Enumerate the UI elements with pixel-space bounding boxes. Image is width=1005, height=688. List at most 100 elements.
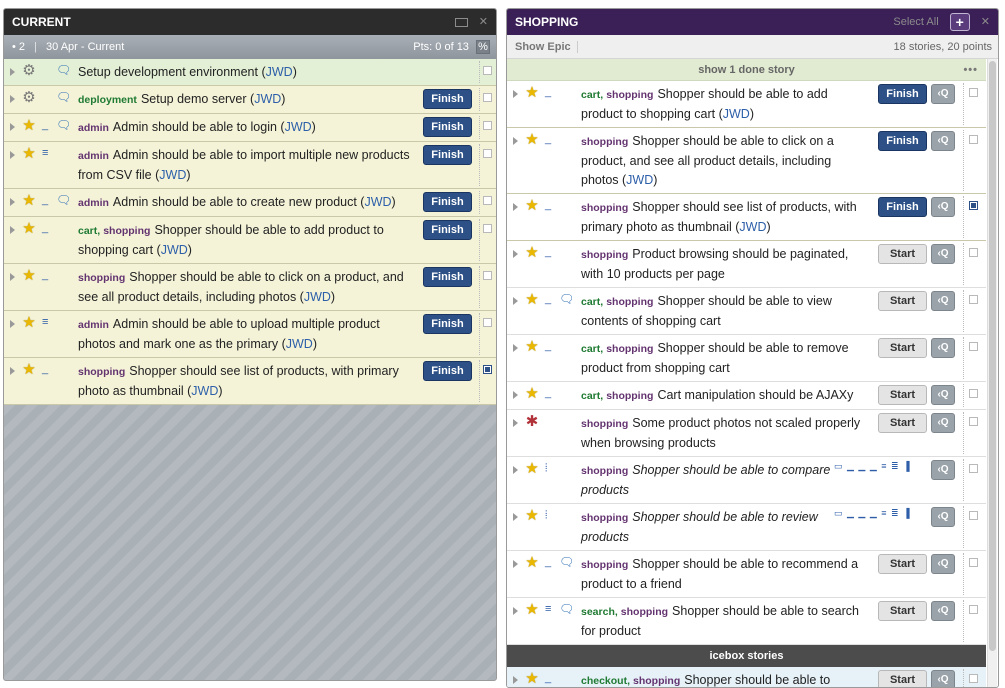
scrollbar-thumb[interactable] <box>989 61 996 651</box>
story-label[interactable]: shopping <box>581 465 628 477</box>
story-row[interactable]: ★ _ cart, shopping Cart manipulation should … <box>507 382 986 410</box>
story-row[interactable]: ★ ≡ 🗨 search, shopping Shopper should be able… <box>507 598 986 645</box>
expand-story-icon[interactable] <box>513 513 518 521</box>
close-icon[interactable]: ✕ <box>479 16 488 28</box>
finish-button[interactable]: Finish <box>878 197 927 217</box>
expand-story-icon[interactable] <box>513 466 518 474</box>
expand-story-icon[interactable] <box>513 391 518 399</box>
finish-button[interactable]: Finish <box>423 145 472 165</box>
finish-button[interactable]: Finish <box>423 220 472 240</box>
story-row[interactable]: ★ _ 🗨 admin Admin should be able to login (J… <box>4 114 496 142</box>
story-label[interactable]: cart, <box>581 296 603 308</box>
story-label[interactable]: admin <box>78 319 109 331</box>
story-row[interactable]: ✱ shopping Some product photos not scaled … <box>507 410 986 457</box>
finish-button[interactable]: Finish <box>878 84 927 104</box>
story-label[interactable]: shopping <box>581 136 628 148</box>
more-menu-icon[interactable]: ••• <box>963 59 978 81</box>
select-checkbox[interactable] <box>483 224 492 233</box>
start-button[interactable]: Start <box>878 385 927 405</box>
story-label[interactable]: admin <box>78 197 109 209</box>
expand-story-icon[interactable] <box>513 90 518 98</box>
finish-button[interactable]: Finish <box>423 267 472 287</box>
story-owner-link[interactable]: JWD <box>161 243 188 257</box>
story-owner-link[interactable]: JWD <box>626 173 653 187</box>
story-row[interactable]: ★ ⦙ shopping Shopper should be able to revi… <box>507 504 986 551</box>
story-label[interactable]: shopping <box>606 296 653 308</box>
start-button[interactable]: Start <box>878 244 927 264</box>
story-label[interactable]: shopping <box>78 272 125 284</box>
expand-story-icon[interactable] <box>513 250 518 258</box>
preview-button[interactable]: ‹Q <box>931 385 955 405</box>
expand-story-icon[interactable] <box>513 344 518 352</box>
story-row[interactable]: ★ _ cart, shopping Shopper should be able to… <box>4 217 496 264</box>
expand-story-icon[interactable] <box>513 203 518 211</box>
preview-button[interactable]: ‹Q <box>931 291 955 311</box>
story-owner-link[interactable]: JWD <box>266 65 293 79</box>
minimize-icon[interactable] <box>454 17 468 27</box>
select-checkbox[interactable] <box>483 196 492 205</box>
story-row[interactable]: ★ ≡ admin Admin should be able to upload mu… <box>4 311 496 358</box>
story-label[interactable]: cart, <box>581 89 603 101</box>
start-button[interactable]: Start <box>878 291 927 311</box>
story-row[interactable]: ★ _ shopping Shopper should see list of pro… <box>507 194 986 241</box>
story-row[interactable]: ★ _ checkout, shopping Shopper should be abl… <box>507 667 986 687</box>
story-label[interactable]: shopping <box>581 249 628 261</box>
story-owner-link[interactable]: JWD <box>723 107 750 121</box>
select-checkbox[interactable] <box>969 558 978 567</box>
expand-story-icon[interactable] <box>513 560 518 568</box>
story-label[interactable]: shopping <box>581 202 628 214</box>
expand-story-icon[interactable] <box>513 607 518 615</box>
start-button[interactable]: Start <box>878 670 927 687</box>
select-checkbox[interactable] <box>969 295 978 304</box>
expand-story-icon[interactable] <box>513 297 518 305</box>
select-checkbox[interactable] <box>483 318 492 327</box>
select-checkbox[interactable] <box>483 66 492 75</box>
expand-story-icon[interactable] <box>10 367 15 375</box>
expand-story-icon[interactable] <box>10 226 15 234</box>
estimate-scale[interactable]: ▭ ▁ ▁ ▁ ≡ ≣ ▐ <box>834 461 910 472</box>
story-row[interactable]: ★ ⦙ shopping Shopper should be able to comp… <box>507 457 986 504</box>
show-epic-button[interactable]: Show Epic <box>515 41 578 53</box>
preview-button[interactable]: ‹Q <box>931 507 955 527</box>
select-checkbox[interactable] <box>969 342 978 351</box>
story-label[interactable]: cart, <box>581 343 603 355</box>
story-row[interactable]: ★ _ shopping Product browsing should be pag… <box>507 241 986 288</box>
story-owner-link[interactable]: JWD <box>286 337 313 351</box>
preview-button[interactable]: ‹Q <box>931 413 955 433</box>
story-row[interactable]: ⚙ 🗨 deployment Setup demo server (JWD) Finis… <box>4 86 496 114</box>
select-checkbox[interactable] <box>969 88 978 97</box>
preview-button[interactable]: ‹Q <box>931 244 955 264</box>
story-row[interactable]: ★ _ shopping Shopper should see list of pro… <box>4 358 496 405</box>
story-row[interactable]: ★ _ cart, shopping Shopper should be able to… <box>507 335 986 382</box>
story-row[interactable]: ★ _ 🗨 admin Admin should be able to create n… <box>4 189 496 217</box>
select-all-link[interactable]: Select All <box>893 16 938 28</box>
select-checkbox[interactable] <box>483 365 492 374</box>
story-row[interactable]: ★ _ shopping Shopper should be able to clic… <box>4 264 496 311</box>
story-owner-link[interactable]: JWD <box>254 92 281 106</box>
preview-button[interactable]: ‹Q <box>931 84 955 104</box>
select-checkbox[interactable] <box>969 201 978 210</box>
select-checkbox[interactable] <box>483 121 492 130</box>
add-story-button[interactable]: + <box>949 13 970 32</box>
expand-story-icon[interactable] <box>513 419 518 427</box>
select-checkbox[interactable] <box>483 149 492 158</box>
story-row[interactable]: ★ ≡ admin Admin should be able to import mu… <box>4 142 496 189</box>
preview-button[interactable]: ‹Q <box>931 601 955 621</box>
story-label[interactable]: search, <box>581 606 618 618</box>
story-label[interactable]: cart, <box>78 225 100 237</box>
select-checkbox[interactable] <box>969 464 978 473</box>
show-done-stories-toggle[interactable]: show 1 done story ••• <box>507 59 986 81</box>
close-icon[interactable]: ✕ <box>981 16 990 28</box>
story-label[interactable]: shopping <box>606 390 653 402</box>
start-button[interactable]: Start <box>878 554 927 574</box>
story-label[interactable]: shopping <box>606 89 653 101</box>
expand-story-icon[interactable] <box>10 198 15 206</box>
preview-button[interactable]: ‹Q <box>931 460 955 480</box>
preview-button[interactable]: ‹Q <box>931 338 955 358</box>
story-label[interactable]: deployment <box>78 94 137 106</box>
scrollbar[interactable] <box>987 59 997 687</box>
story-label[interactable]: checkout, <box>581 675 630 687</box>
expand-story-icon[interactable] <box>10 320 15 328</box>
select-checkbox[interactable] <box>969 511 978 520</box>
story-row[interactable]: ★ _ 🗨 shopping Shopper should be able to rec… <box>507 551 986 598</box>
